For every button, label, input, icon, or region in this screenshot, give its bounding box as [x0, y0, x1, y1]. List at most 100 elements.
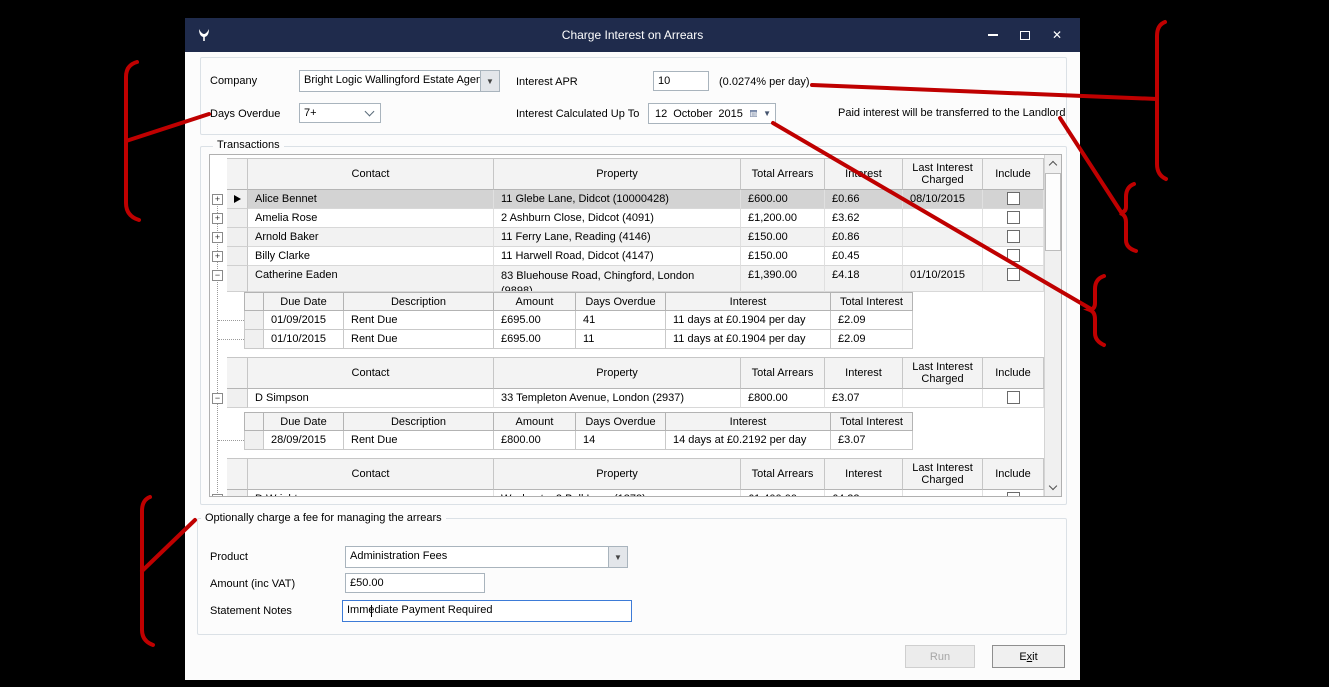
- child-row-selector[interactable]: [244, 311, 264, 330]
- row-selector[interactable]: [227, 247, 248, 266]
- cell-contact[interactable]: Amelia Rose: [248, 209, 494, 228]
- header-property[interactable]: Property: [494, 158, 741, 190]
- table-row[interactable]: Amelia Rose 2 Ashburn Close, Didcot (409…: [210, 209, 1044, 228]
- cell-property[interactable]: Wychgate, 2 Bell Lane (1878): [494, 490, 741, 496]
- cell-interest[interactable]: £0.86: [825, 228, 903, 247]
- header-total-arrears[interactable]: Total Arrears: [741, 158, 825, 190]
- cell-interest[interactable]: £3.07: [825, 389, 903, 408]
- collapse-icon[interactable]: −: [212, 270, 223, 281]
- cell-property[interactable]: 33 Templeton Avenue, London (2937): [494, 389, 741, 408]
- child-table-row[interactable]: 28/09/2015 Rent Due £800.00 14 14 days a…: [244, 431, 913, 450]
- cell-last-charged[interactable]: 08/10/2015: [903, 190, 983, 209]
- cell-total-arrears[interactable]: £150.00: [741, 228, 825, 247]
- cell-amount[interactable]: £695.00: [494, 311, 576, 330]
- expand-icon[interactable]: +: [212, 232, 223, 243]
- cell-last-charged[interactable]: [903, 389, 983, 408]
- header-include[interactable]: Include: [983, 158, 1044, 190]
- product-combobox[interactable]: Administration Fees ▼: [345, 546, 628, 568]
- header-include[interactable]: Include: [983, 458, 1044, 490]
- cell-contact[interactable]: Alice Bennet: [248, 190, 494, 209]
- cell-amount[interactable]: £695.00: [494, 330, 576, 349]
- header-interest[interactable]: Interest: [825, 458, 903, 490]
- cell-interest[interactable]: 11 days at £0.1904 per day: [666, 330, 831, 349]
- child-header-interest[interactable]: Interest: [666, 292, 831, 311]
- cell-total-interest[interactable]: £2.09: [831, 311, 913, 330]
- child-header-due-date[interactable]: Due Date: [264, 412, 344, 431]
- cell-total-arrears[interactable]: £600.00: [741, 190, 825, 209]
- cell-description[interactable]: Rent Due: [344, 330, 494, 349]
- row-selector[interactable]: [227, 228, 248, 247]
- cell-contact[interactable]: Arnold Baker: [248, 228, 494, 247]
- cell-property[interactable]: 11 Glebe Lane, Didcot (10000428): [494, 190, 741, 209]
- cell-total-interest[interactable]: £2.09: [831, 330, 913, 349]
- child-header-amount[interactable]: Amount: [494, 412, 576, 431]
- header-contact[interactable]: Contact: [248, 458, 494, 490]
- header-last-charged[interactable]: Last Interest Charged: [903, 158, 983, 190]
- row-selector[interactable]: [227, 209, 248, 228]
- child-table-row[interactable]: 01/10/2015 Rent Due £695.00 11 11 days a…: [244, 330, 913, 349]
- include-checkbox[interactable]: [1006, 391, 1020, 404]
- header-last-charged[interactable]: Last Interest Charged: [903, 357, 983, 389]
- cell-contact[interactable]: D Wright: [248, 490, 494, 496]
- child-header-total-interest[interactable]: Total Interest: [831, 412, 913, 431]
- vertical-scrollbar[interactable]: [1044, 155, 1061, 496]
- cell-last-charged[interactable]: [903, 247, 983, 266]
- child-header-days-overdue[interactable]: Days Overdue: [576, 412, 666, 431]
- statement-notes-input[interactable]: Immediate Payment Required: [342, 600, 632, 622]
- child-header-description[interactable]: Description: [344, 412, 494, 431]
- header-interest[interactable]: Interest: [825, 158, 903, 190]
- cell-contact[interactable]: D Simpson: [248, 389, 494, 408]
- cell-days-overdue[interactable]: 41: [576, 311, 666, 330]
- row-selector[interactable]: [227, 266, 248, 292]
- child-row-selector[interactable]: [244, 330, 264, 349]
- include-checkbox[interactable]: [1006, 249, 1020, 262]
- include-checkbox[interactable]: [1006, 230, 1020, 243]
- cell-interest[interactable]: £0.45: [825, 247, 903, 266]
- cell-property[interactable]: 2 Ashburn Close, Didcot (4091): [494, 209, 741, 228]
- cell-total-interest[interactable]: £3.07: [831, 431, 913, 450]
- cell-description[interactable]: Rent Due: [344, 431, 494, 450]
- expand-icon[interactable]: +: [212, 251, 223, 262]
- cell-days-overdue[interactable]: 14: [576, 431, 666, 450]
- row-selector[interactable]: [227, 190, 248, 209]
- cell-total-arrears[interactable]: £150.00: [741, 247, 825, 266]
- row-selector[interactable]: [227, 490, 248, 496]
- cell-last-charged[interactable]: 01/10/2015: [903, 266, 983, 292]
- table-row[interactable]: D Wright Wychgate, 2 Bell Lane (1878) £1…: [210, 490, 1044, 496]
- amount-input[interactable]: [345, 573, 485, 593]
- cell-due-date[interactable]: 01/10/2015: [264, 330, 344, 349]
- header-total-arrears[interactable]: Total Arrears: [741, 458, 825, 490]
- table-row[interactable]: Catherine Eaden 83 Bluehouse Road, Ching…: [210, 266, 1044, 292]
- header-property[interactable]: Property: [494, 458, 741, 490]
- cell-due-date[interactable]: 28/09/2015: [264, 431, 344, 450]
- cell-contact[interactable]: Catherine Eaden: [248, 266, 494, 292]
- table-row[interactable]: Billy Clarke 11 Harwell Road, Didcot (41…: [210, 247, 1044, 266]
- scroll-down-button[interactable]: [1045, 479, 1061, 496]
- child-header-description[interactable]: Description: [344, 292, 494, 311]
- row-selector[interactable]: [227, 389, 248, 408]
- scrollbar-thumb[interactable]: [1045, 173, 1061, 251]
- include-checkbox[interactable]: [1006, 268, 1020, 281]
- cell-total-arrears[interactable]: £1,400.00: [741, 490, 825, 496]
- cell-total-arrears[interactable]: £800.00: [741, 389, 825, 408]
- cell-total-arrears[interactable]: £1,200.00: [741, 209, 825, 228]
- expand-icon[interactable]: +: [212, 213, 223, 224]
- cell-last-charged[interactable]: [903, 490, 983, 496]
- header-include[interactable]: Include: [983, 357, 1044, 389]
- cell-total-arrears[interactable]: £1,390.00: [741, 266, 825, 292]
- cell-interest[interactable]: 11 days at £0.1904 per day: [666, 311, 831, 330]
- cell-interest[interactable]: £0.66: [825, 190, 903, 209]
- child-table-row[interactable]: 01/09/2015 Rent Due £695.00 41 11 days a…: [244, 311, 913, 330]
- company-combobox[interactable]: Bright Logic Wallingford Estate Agent ▼: [299, 70, 500, 92]
- header-last-charged[interactable]: Last Interest Charged: [903, 458, 983, 490]
- child-header-due-date[interactable]: Due Date: [264, 292, 344, 311]
- cell-interest[interactable]: 14 days at £0.2192 per day: [666, 431, 831, 450]
- cell-contact[interactable]: Billy Clarke: [248, 247, 494, 266]
- child-header-amount[interactable]: Amount: [494, 292, 576, 311]
- cell-interest[interactable]: £4.18: [825, 266, 903, 292]
- include-checkbox[interactable]: [1006, 211, 1020, 224]
- days-overdue-combobox[interactable]: 7+: [299, 103, 381, 123]
- date-dropdown-icon[interactable]: ▼: [763, 109, 771, 118]
- company-dropdown-icon[interactable]: ▼: [480, 71, 499, 91]
- maximize-button[interactable]: [1010, 18, 1040, 52]
